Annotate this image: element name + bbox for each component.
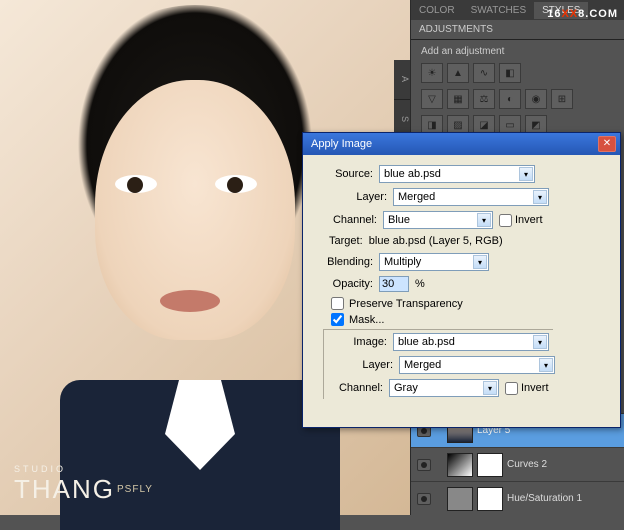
channel-select[interactable]: Blue▾ [383, 211, 493, 229]
close-icon[interactable]: ✕ [598, 136, 616, 152]
subtab-adjustments[interactable]: ADJUSTMENTS [411, 20, 624, 40]
layer-row[interactable]: Curves 2 [411, 447, 624, 481]
tab-color[interactable]: COLOR [411, 2, 463, 19]
target-value: blue ab.psd (Layer 5, RGB) [369, 235, 503, 247]
curves-icon[interactable]: ∿ [473, 63, 495, 83]
opacity-input[interactable] [379, 276, 409, 292]
mask-layer-select[interactable]: Merged▾ [399, 356, 555, 374]
mask-channel-label: Channel: [327, 382, 383, 394]
tab-swatches[interactable]: SWATCHES [463, 2, 535, 19]
invert-label: Invert [515, 214, 543, 226]
mask-thumbnail[interactable] [477, 487, 503, 511]
mask-image-select[interactable]: blue ab.psd▾ [393, 333, 549, 351]
layer-thumbnail[interactable] [447, 453, 473, 477]
photo-eye-right [215, 175, 257, 193]
chevron-down-icon: ▾ [519, 167, 533, 181]
mask-layer-label: Layer: [337, 359, 393, 371]
chevron-down-icon: ▾ [483, 381, 497, 395]
mask-checkbox[interactable] [331, 313, 344, 326]
hue-saturation-icon[interactable]: ▦ [447, 89, 469, 109]
layers-panel: Layer 5 Curves 2 Hue/Saturation 1 [410, 413, 624, 515]
side-tab-a[interactable]: A [394, 60, 410, 100]
watermark-top: 16XX8.COM [547, 4, 618, 22]
mask-image-label: Image: [331, 336, 387, 348]
visibility-icon[interactable] [417, 459, 431, 471]
watermark-bottom-left: STUDIO THANGPSFLY [14, 464, 151, 505]
opacity-label: Opacity: [317, 278, 373, 290]
adjustment-icons-row2: ▽ ▦ ⚖ ◐ ◉ ⊞ [421, 89, 614, 109]
mask-channel-select[interactable]: Gray▾ [389, 379, 499, 397]
panel-side-tabs: A S [394, 60, 410, 140]
bw-icon[interactable]: ◐ [499, 89, 521, 109]
apply-image-dialog: Apply Image ✕ Source: blue ab.psd▾ Layer… [302, 132, 621, 428]
vibrance-icon[interactable]: ▽ [421, 89, 443, 109]
target-label: Target: [329, 235, 363, 247]
invert-checkbox[interactable] [499, 214, 512, 227]
photo-collar [60, 380, 340, 530]
layer-thumbnail[interactable] [447, 487, 473, 511]
add-adjustment-label: Add an adjustment [421, 46, 614, 57]
channel-label: Channel: [321, 214, 377, 226]
dialog-titlebar[interactable]: Apply Image ✕ [303, 133, 620, 155]
exposure-icon[interactable]: ◧ [499, 63, 521, 83]
photo-lips [160, 290, 220, 312]
chevron-down-icon: ▾ [533, 335, 547, 349]
mask-thumbnail[interactable] [477, 453, 503, 477]
chevron-down-icon: ▾ [539, 358, 553, 372]
preserve-transparency-checkbox[interactable] [331, 297, 344, 310]
dialog-title: Apply Image [311, 138, 598, 150]
color-balance-icon[interactable]: ⚖ [473, 89, 495, 109]
layer-label: Layer: [331, 191, 387, 203]
visibility-icon[interactable] [417, 493, 431, 505]
levels-icon[interactable]: ▲ [447, 63, 469, 83]
layer-name[interactable]: Curves 2 [507, 459, 618, 470]
photo-filter-icon[interactable]: ◉ [525, 89, 547, 109]
source-select[interactable]: blue ab.psd▾ [379, 165, 535, 183]
mask-label: Mask... [349, 314, 384, 326]
layer-name[interactable]: Hue/Saturation 1 [507, 493, 618, 504]
adjustment-icons-row1: ☀ ▲ ∿ ◧ [421, 63, 614, 83]
preserve-transparency-label: Preserve Transparency [349, 298, 463, 310]
adjustments-panel: COLOR SWATCHES STYLES ADJUSTMENTS Add an… [410, 0, 624, 152]
percent-label: % [415, 278, 425, 290]
layer-row[interactable]: Hue/Saturation 1 [411, 481, 624, 515]
photo-eye-left [115, 175, 157, 193]
channel-mixer-icon[interactable]: ⊞ [551, 89, 573, 109]
source-label: Source: [317, 168, 373, 180]
chevron-down-icon: ▾ [533, 190, 547, 204]
blending-select[interactable]: Multiply▾ [379, 253, 489, 271]
chevron-down-icon: ▾ [473, 255, 487, 269]
brightness-contrast-icon[interactable]: ☀ [421, 63, 443, 83]
mask-invert-checkbox[interactable] [505, 382, 518, 395]
chevron-down-icon: ▾ [477, 213, 491, 227]
blending-label: Blending: [317, 256, 373, 268]
layer-select[interactable]: Merged▾ [393, 188, 549, 206]
mask-invert-label: Invert [521, 382, 549, 394]
